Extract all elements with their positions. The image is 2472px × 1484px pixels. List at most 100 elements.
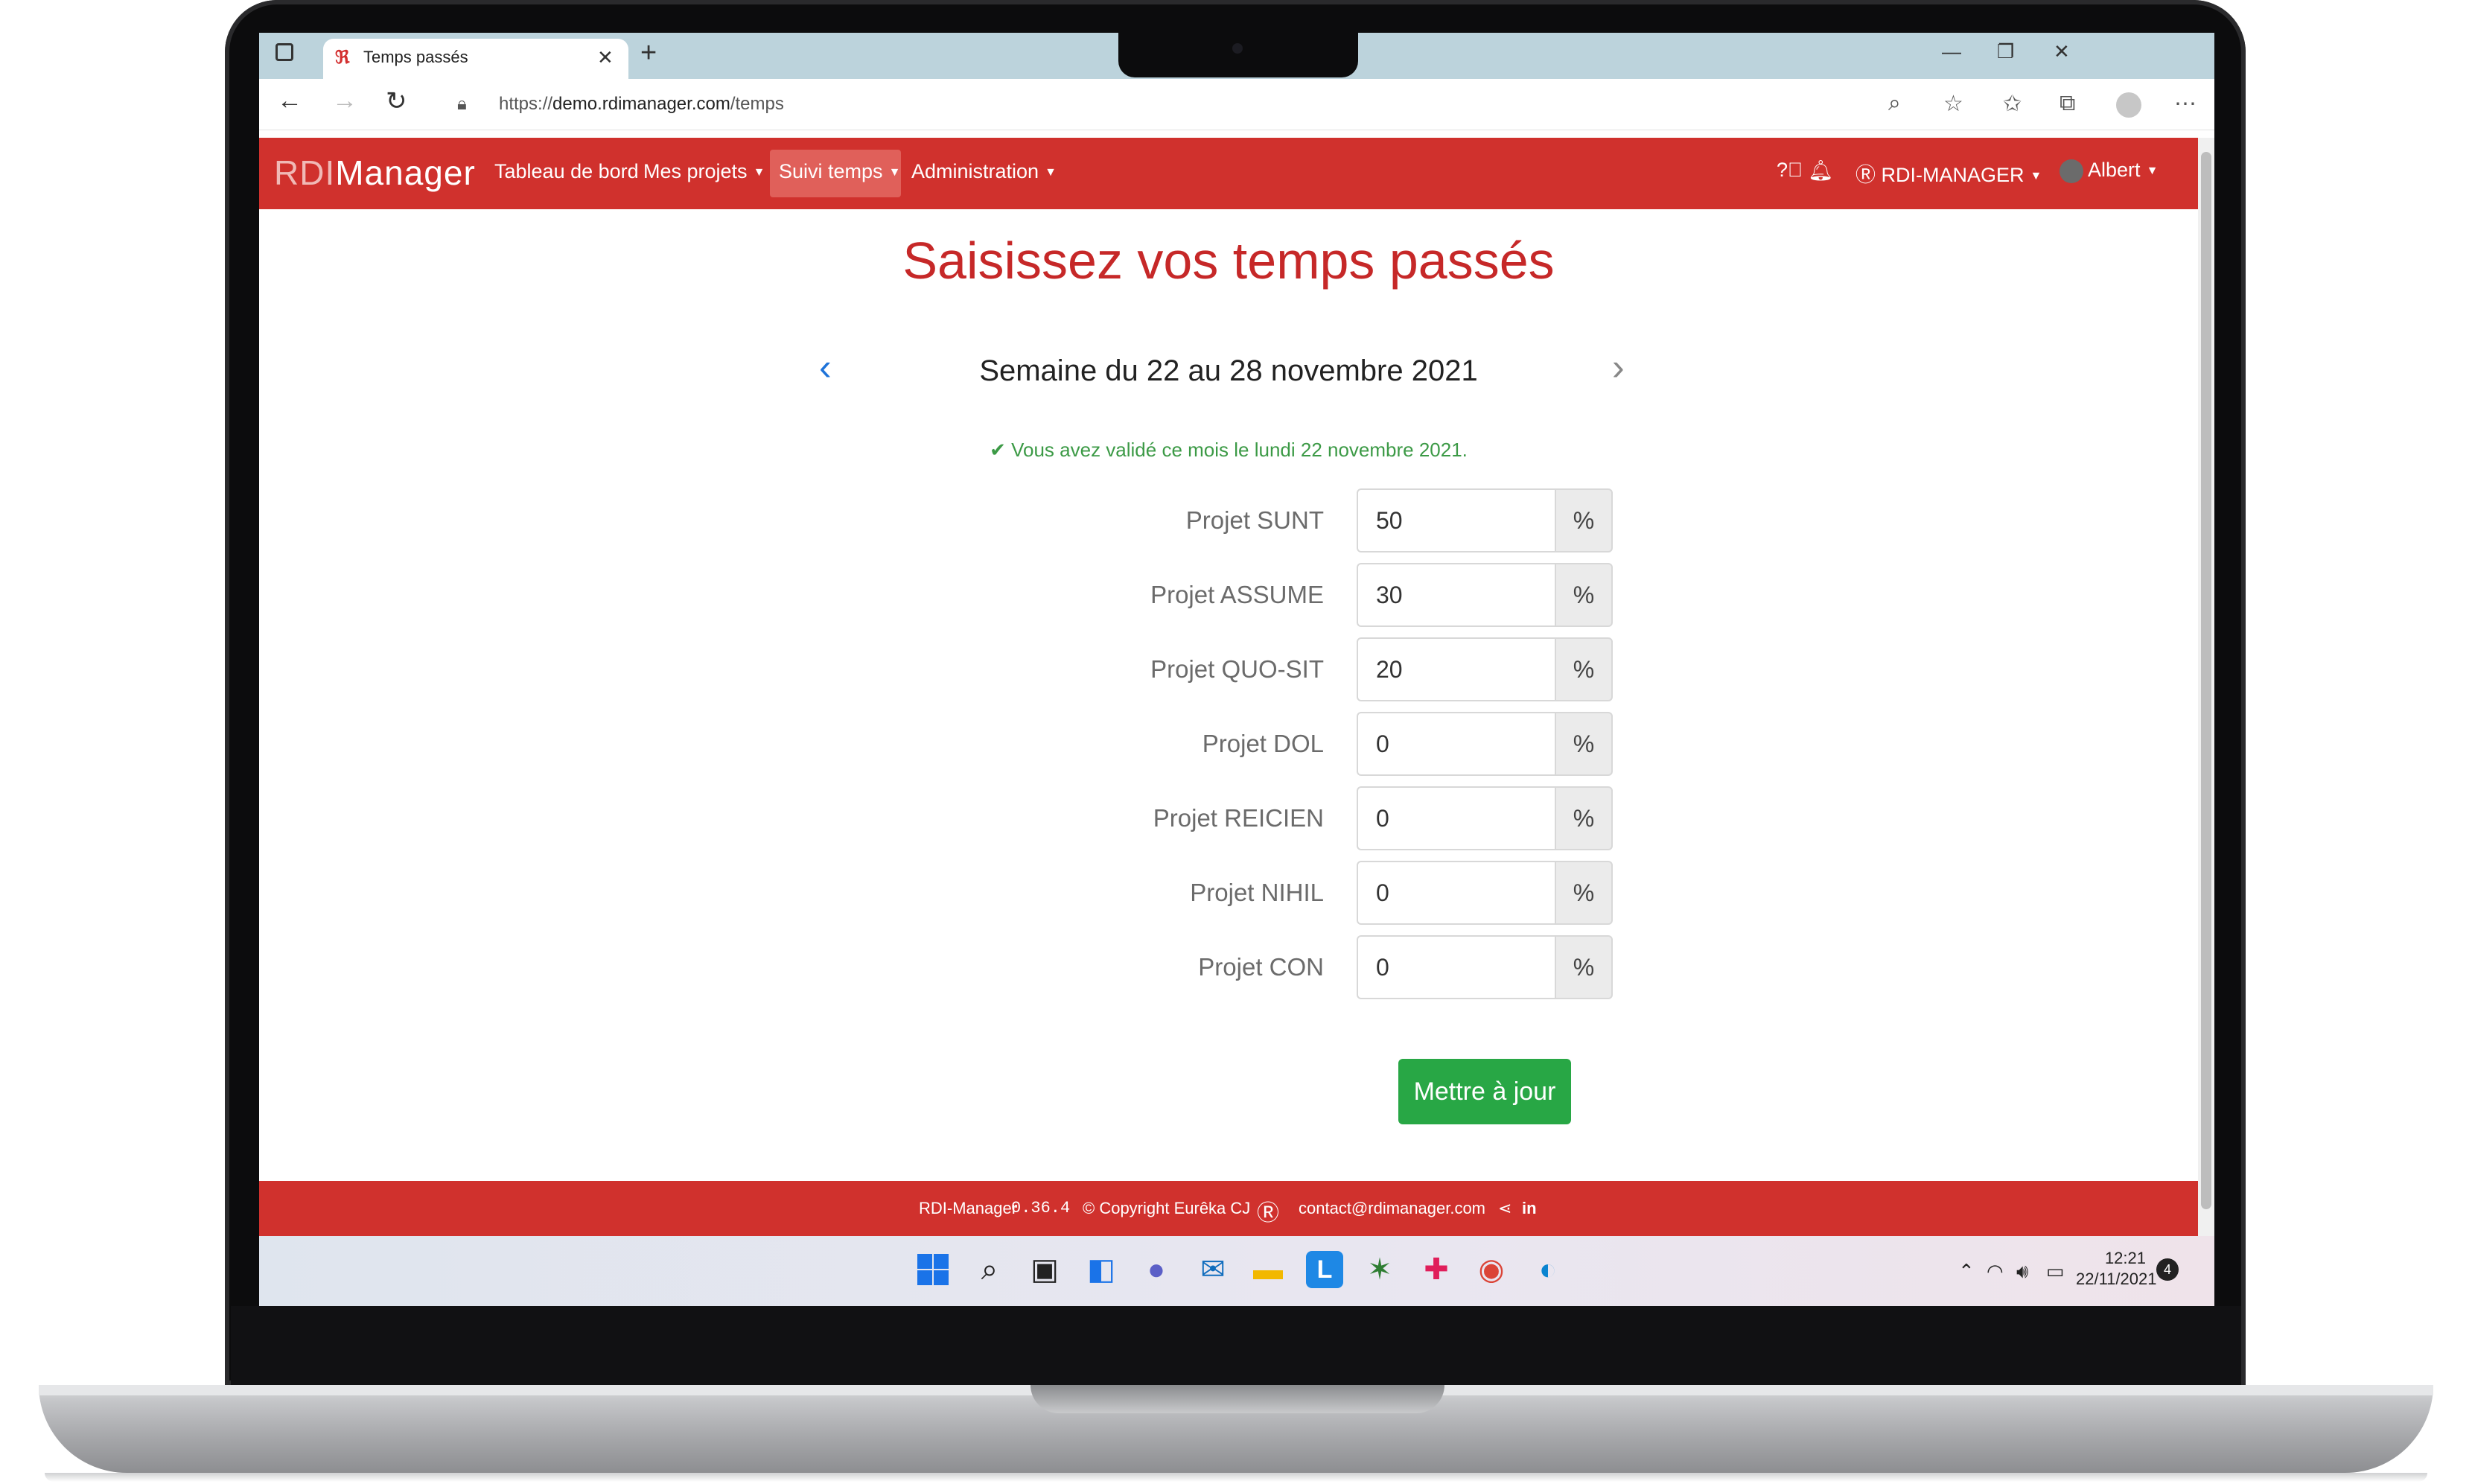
close-window-icon[interactable]: ✕ bbox=[2054, 40, 2070, 63]
percent-addon: % bbox=[1555, 488, 1613, 552]
minimize-icon[interactable]: — bbox=[1942, 40, 1961, 63]
percent-addon: % bbox=[1555, 712, 1613, 776]
laptop-shadow bbox=[45, 1473, 2427, 1482]
search-icon[interactable]: ⌕ bbox=[971, 1251, 1008, 1288]
nav-time-tracking-label: Suivi temps bbox=[779, 160, 883, 182]
percent-input[interactable]: 0 bbox=[1357, 712, 1556, 776]
bell-icon[interactable]: 🔔︎ bbox=[1808, 159, 1833, 182]
percent-addon: % bbox=[1555, 563, 1613, 627]
volume-icon[interactable]: 🔊︎ bbox=[2016, 1260, 2028, 1284]
nav-my-projects-label: Mes projets bbox=[643, 160, 748, 182]
org-switcher[interactable]: Ⓡ RDI-MANAGER ▼ bbox=[1855, 159, 2042, 188]
start-windows-icon[interactable] bbox=[914, 1251, 952, 1288]
footer-version: 0.36.4 bbox=[1011, 1199, 1071, 1217]
user-menu[interactable]: Albert ▼ bbox=[2060, 159, 2158, 183]
project-label: Projet QUO-SIT bbox=[1150, 655, 1324, 683]
percent-input[interactable]: 0 bbox=[1357, 786, 1556, 850]
camera-notch bbox=[1118, 33, 1358, 77]
scrollbar-thumb[interactable] bbox=[2201, 152, 2211, 1209]
slack-icon[interactable]: ✚ bbox=[1418, 1251, 1455, 1288]
collections-icon[interactable]: ⧉ bbox=[2060, 91, 2075, 116]
restore-icon[interactable]: ❐ bbox=[1997, 40, 2014, 63]
week-label: Semaine du 22 au 28 novembre 2021 bbox=[979, 354, 1478, 387]
percent-addon: % bbox=[1555, 637, 1613, 701]
rdi-manager-logo[interactable]: RDIManager bbox=[274, 153, 476, 193]
camera-icon bbox=[1232, 43, 1243, 54]
percent-addon: % bbox=[1555, 935, 1613, 999]
notification-badge[interactable]: 4 bbox=[2156, 1258, 2179, 1281]
add-favorite-icon[interactable]: ☆ bbox=[1943, 91, 1963, 117]
footer-email-link[interactable]: contact@rdimanager.com bbox=[1299, 1199, 1485, 1218]
outlook-icon[interactable]: ✉ bbox=[1194, 1251, 1232, 1288]
update-button[interactable]: Mettre à jour bbox=[1398, 1059, 1571, 1124]
clock-time: 12:21 bbox=[2104, 1249, 2146, 1267]
share-icon[interactable]: ⋖ bbox=[1498, 1199, 1511, 1218]
browser-toolbar: ← → ↻ 🔒︎ https://demo.rdimanager.com/tem… bbox=[259, 79, 2214, 130]
browser-tab-active[interactable]: ℜ Temps passés ✕ bbox=[323, 39, 628, 79]
task-view-icon[interactable]: ▣ bbox=[1026, 1251, 1063, 1288]
tab-actions-icon[interactable] bbox=[275, 43, 293, 61]
edge-icon[interactable]: ◐ bbox=[1529, 1251, 1567, 1288]
favorites-icon[interactable]: ✩ bbox=[2003, 91, 2022, 117]
logo-manager: Manager bbox=[335, 153, 476, 192]
profile-avatar-icon[interactable] bbox=[2116, 92, 2141, 118]
laptop-screen: ℜ Temps passés ✕ + — ❐ ✕ ← → ↻ 🔒︎ https:… bbox=[259, 33, 2214, 1306]
linkedin-icon[interactable]: in bbox=[1522, 1199, 1537, 1218]
help-icon[interactable]: ?⃝ bbox=[1777, 159, 1803, 182]
caret-down-icon: ▼ bbox=[888, 165, 901, 179]
company-logo-icon: Ⓡ bbox=[1257, 1201, 1279, 1226]
nav-time-tracking[interactable]: Suivi temps ▼ bbox=[779, 160, 900, 183]
user-avatar bbox=[2060, 159, 2083, 183]
project-label: Projet NIHIL bbox=[1190, 879, 1324, 906]
footer-copyright: © Copyright Eurêka CJ bbox=[1083, 1199, 1251, 1217]
wifi-icon[interactable]: ◠ bbox=[1987, 1260, 2004, 1283]
project-label: Projet REICIEN bbox=[1153, 804, 1324, 832]
address-bar[interactable]: https://demo.rdimanager.com/temps bbox=[499, 94, 784, 115]
caret-down-icon: ▼ bbox=[2030, 169, 2042, 182]
close-tab-icon[interactable]: ✕ bbox=[597, 46, 614, 69]
lock-icon[interactable]: 🔒︎ bbox=[457, 94, 467, 115]
battery-icon[interactable]: ▭ bbox=[2046, 1260, 2065, 1283]
zoom-icon[interactable]: ⌕ bbox=[1888, 91, 1901, 116]
l-app-icon[interactable]: L bbox=[1306, 1251, 1343, 1288]
app-navbar: RDIManager Tableau de bord Mes projets ▼ … bbox=[259, 138, 2198, 209]
show-hidden-icons-icon[interactable]: ⌃ bbox=[1958, 1260, 1975, 1283]
app-green-icon[interactable]: ✶ bbox=[1361, 1251, 1398, 1288]
caret-down-icon: ▼ bbox=[1045, 165, 1057, 179]
url-scheme: https:// bbox=[499, 94, 553, 114]
chrome-icon[interactable]: ◉ bbox=[1473, 1251, 1510, 1288]
app-footer: RDI-Manager 0.36.4 © Copyright Eurêka CJ… bbox=[259, 1181, 2198, 1236]
nav-administration[interactable]: Administration ▼ bbox=[911, 160, 1057, 183]
taskbar-clock[interactable]: 12:21 22/11/2021 bbox=[2076, 1248, 2156, 1290]
nav-administration-label: Administration bbox=[911, 160, 1039, 182]
project-label: Projet CON bbox=[1198, 953, 1324, 981]
caret-down-icon: ▼ bbox=[753, 165, 765, 179]
org-logo-icon: Ⓡ bbox=[1855, 164, 1876, 186]
nav-my-projects[interactable]: Mes projets ▼ bbox=[643, 160, 765, 183]
tab-title: Temps passés bbox=[363, 48, 468, 66]
project-label: Projet ASSUME bbox=[1150, 581, 1324, 608]
percent-input[interactable]: 0 bbox=[1357, 935, 1556, 999]
widgets-icon[interactable]: ◧ bbox=[1083, 1251, 1120, 1288]
url-path: /temps bbox=[730, 94, 784, 114]
validation-notice: ✔ Vous avez validé ce mois le lundi 22 n… bbox=[259, 439, 2198, 462]
url-host: demo.rdimanager.com bbox=[552, 94, 730, 114]
new-tab-icon[interactable]: + bbox=[640, 37, 657, 69]
more-menu-icon[interactable]: ⋯ bbox=[2174, 91, 2197, 117]
percent-input[interactable]: 30 bbox=[1357, 563, 1556, 627]
percent-input[interactable]: 50 bbox=[1357, 488, 1556, 552]
footer-app-name: RDI-Manager bbox=[919, 1199, 1018, 1217]
percent-input[interactable]: 0 bbox=[1357, 861, 1556, 925]
file-explorer-icon[interactable]: ▬ bbox=[1249, 1251, 1287, 1288]
org-name: RDI-MANAGER bbox=[1881, 164, 2025, 186]
forward-icon[interactable]: → bbox=[332, 86, 357, 115]
percent-input[interactable]: 20 bbox=[1357, 637, 1556, 701]
back-icon[interactable]: ← bbox=[277, 86, 302, 115]
rdi-favicon-icon: ℜ bbox=[335, 48, 350, 68]
page-title: Saisissez vos temps passés bbox=[902, 232, 1555, 290]
reload-icon[interactable]: ↻ bbox=[386, 86, 407, 116]
teams-chat-icon[interactable]: ● bbox=[1138, 1251, 1175, 1288]
next-week-icon[interactable]: › bbox=[1612, 345, 1625, 389]
nav-dashboard[interactable]: Tableau de bord bbox=[494, 160, 639, 183]
windows-taskbar: ⌕ ▣ ◧ ● ✉ ▬ L ✶ ✚ ◉ ◐ ⌃ ◠ 🔊︎ ▭ 12:21 22/… bbox=[259, 1236, 2214, 1306]
